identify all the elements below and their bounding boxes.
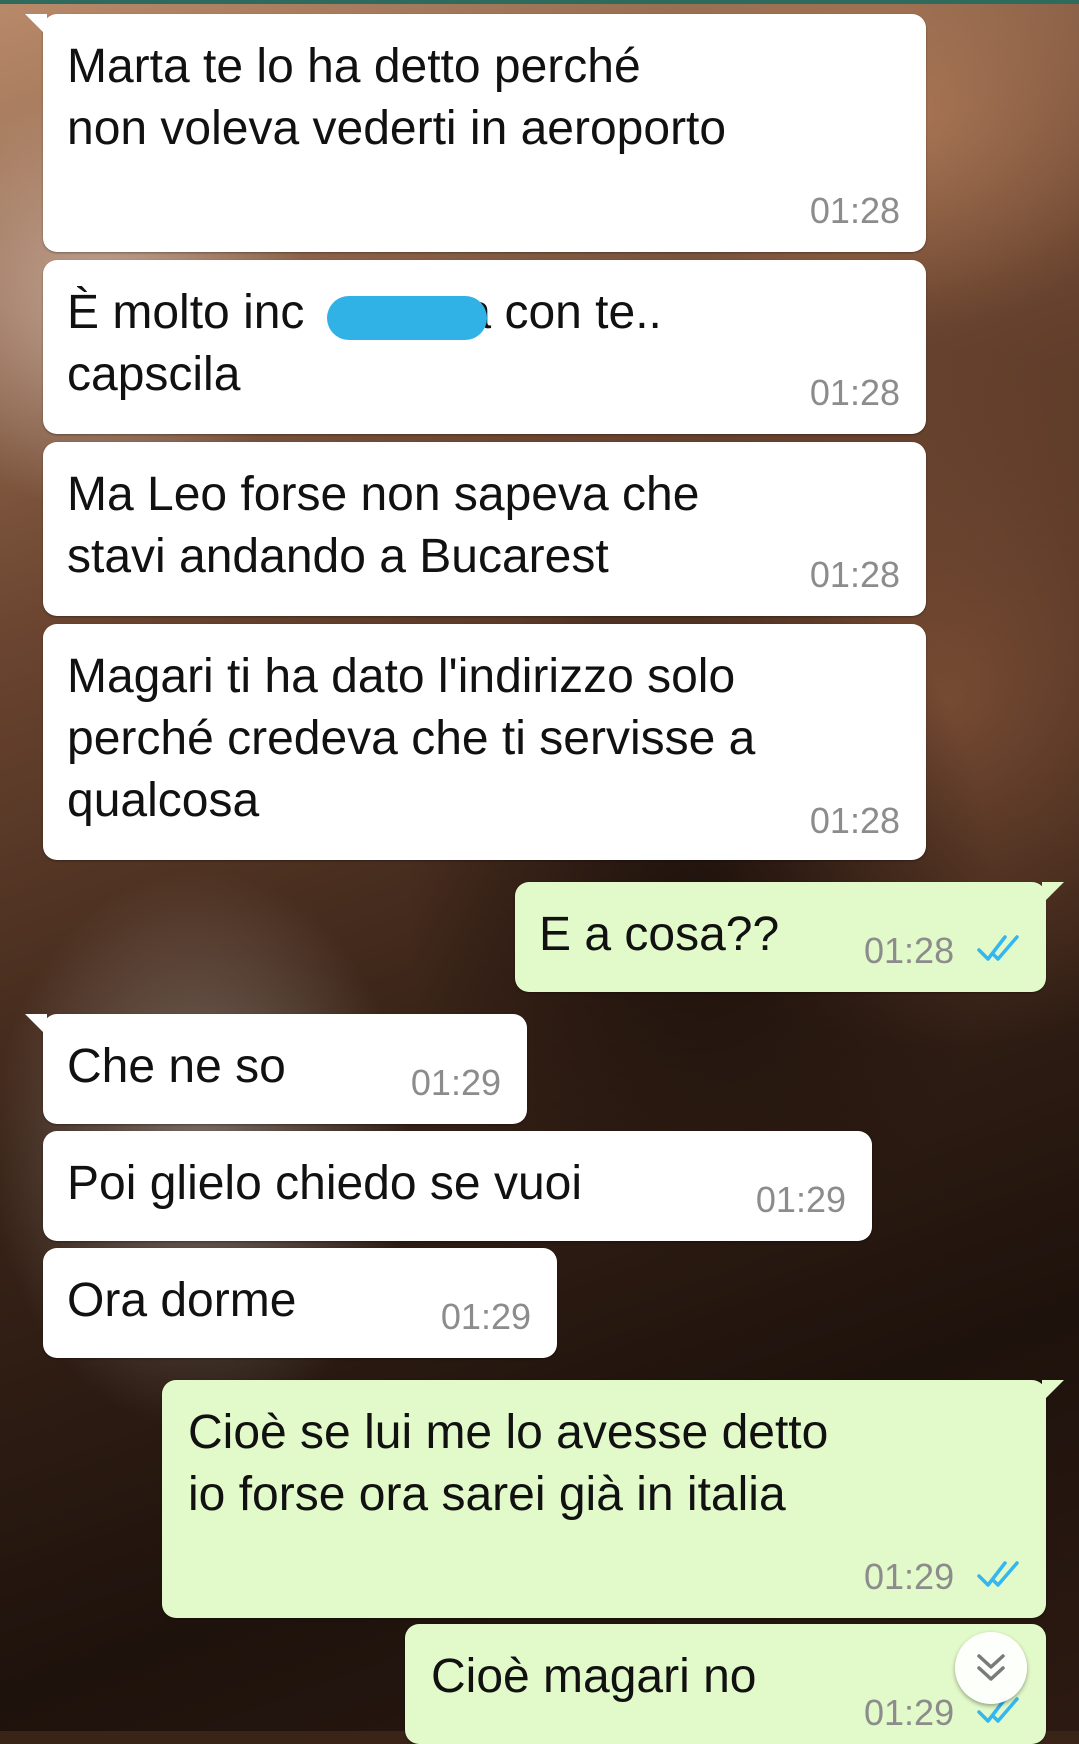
message-bubble-outgoing[interactable]: Cioè se lui me lo avesse detto io forse … (162, 1380, 1064, 1618)
message-text-line: capscila (67, 348, 241, 401)
message-time: 01:28 (809, 554, 900, 595)
message-time: 01:28 (864, 930, 955, 971)
message-time: 01:29 (410, 1062, 501, 1103)
message-text-part: a con te.. (464, 286, 662, 339)
message-time: 01:29 (755, 1179, 846, 1220)
double-check-icon (977, 935, 1019, 961)
message-bubble-incoming[interactable]: Marta te lo ha detto perché non voleva v… (25, 14, 926, 252)
message-text: Marta te lo ha detto perché non voleva v… (67, 40, 727, 155)
message-bubble-incoming[interactable]: Magari ti ha dato l'indirizzo solo perch… (43, 624, 926, 860)
message-bubble-incoming[interactable]: Ora dorme 01:29 (43, 1248, 557, 1358)
message-text: Ora dorme (67, 1274, 297, 1327)
message-text-part: È molto inc (67, 286, 305, 339)
message-bubble-incoming[interactable]: È molto inc a con te.. capscila 01:28 (43, 260, 926, 434)
double-check-icon (977, 1561, 1019, 1587)
message-time: 01:28 (809, 800, 900, 841)
message-text: Che ne so (67, 1040, 286, 1093)
message-bubble-outgoing[interactable]: E a cosa?? 01:28 (515, 882, 1064, 992)
scroll-to-bottom-button[interactable] (955, 1632, 1027, 1704)
message-time: 01:29 (864, 1692, 955, 1733)
message-text: Cioè magari no (431, 1650, 757, 1703)
message-time: 01:29 (440, 1296, 531, 1337)
message-time: 01:28 (809, 190, 900, 231)
message-bubble-outgoing[interactable]: Cioè magari no 01:29 (405, 1624, 1046, 1744)
header-edge (0, 0, 1079, 4)
double-chevron-down-icon (977, 1654, 1005, 1681)
message-time: 01:29 (864, 1556, 955, 1597)
redaction-mark (327, 296, 487, 340)
message-text: Cioè se lui me lo avesse detto io forse … (188, 1406, 829, 1521)
message-text: Magari ti ha dato l'indirizzo solo perch… (67, 650, 756, 827)
message-bubble-incoming[interactable]: Ma Leo forse non sapeva che stavi andand… (43, 442, 926, 616)
message-bubble-incoming[interactable]: Che ne so 01:29 (25, 1014, 527, 1124)
message-bubble-incoming[interactable]: Poi glielo chiedo se vuoi 01:29 (43, 1131, 872, 1241)
message-text: E a cosa?? (539, 908, 780, 961)
message-text: Poi glielo chiedo se vuoi (67, 1157, 582, 1210)
message-text: Ma Leo forse non sapeva che stavi andand… (67, 468, 700, 583)
message-time: 01:28 (809, 372, 900, 413)
